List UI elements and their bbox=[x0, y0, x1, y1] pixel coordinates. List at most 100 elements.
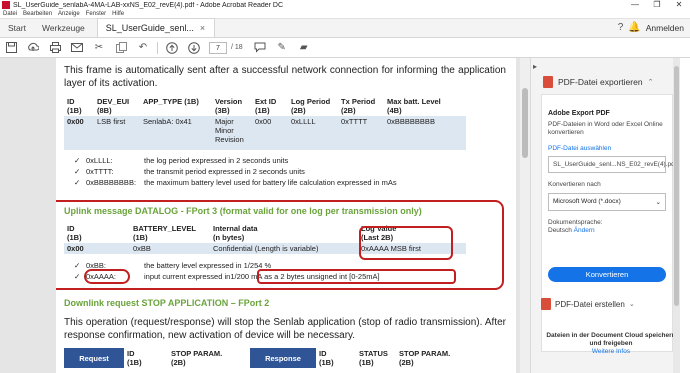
document-scrollbar[interactable] bbox=[520, 58, 530, 373]
check-icon: ✓ bbox=[74, 167, 81, 176]
page-down-icon[interactable] bbox=[187, 41, 201, 55]
table-header-row: ID (1B) DEV_EUI (8B) APP_TYPE (1B) Version… bbox=[64, 96, 466, 116]
window-title: SL_UserGuide_senlabA-4MA-LAB-xxNS_E02_re… bbox=[13, 1, 284, 9]
menu-hilfe[interactable]: Hilfe bbox=[112, 11, 124, 17]
check-icon: ✓ bbox=[74, 178, 81, 187]
th-app-type: APP_TYPE (1B) bbox=[140, 96, 212, 116]
th-ext-id: Ext ID (1B) bbox=[252, 96, 288, 116]
cell-app-type: SenlabA: 0x41 bbox=[140, 116, 212, 150]
downlink-paragraph: This operation (request/response) will s… bbox=[64, 317, 506, 341]
selected-file-field[interactable]: SL_UserGuide_senl...NS_E02_revE(4).pdf bbox=[548, 156, 677, 173]
email-icon[interactable] bbox=[70, 41, 84, 55]
table-row: 0x00 LSB first SenlabA: 0x41 Major Minor… bbox=[64, 116, 466, 150]
th-battery-level: BATTERY_LEVEL (1B) bbox=[130, 223, 210, 243]
close-window-button[interactable]: ✕ bbox=[668, 0, 690, 10]
notifications-icon[interactable]: 🔔 bbox=[628, 22, 640, 33]
cell-id: 0x00 bbox=[64, 243, 130, 254]
check-icon: ✓ bbox=[74, 156, 81, 165]
title-bar: SL_UserGuide_senlabA-4MA-LAB-xxNS_E02_re… bbox=[0, 0, 690, 10]
copy-icon[interactable] bbox=[114, 41, 128, 55]
export-pdf-icon bbox=[543, 76, 553, 88]
th-dev-eui: DEV_EUI (8B) bbox=[94, 96, 140, 116]
export-pdf-header[interactable]: PDF-Datei exportieren ⌃ bbox=[543, 76, 653, 88]
doc-language-label: Dokumentsprache: bbox=[548, 219, 603, 226]
th-max-batt: Max batt. Level (4B) bbox=[384, 96, 466, 116]
close-icon[interactable]: × bbox=[200, 23, 205, 33]
highlight-icon[interactable]: ▰ bbox=[297, 41, 311, 55]
doc-language-row: Deutsch Ändern bbox=[548, 227, 595, 234]
print-icon[interactable] bbox=[48, 41, 62, 55]
cell-internal: Confidential (Length is variable) bbox=[210, 243, 358, 254]
collapse-pane-icon[interactable]: ▸ bbox=[533, 62, 537, 71]
th-resp-id: ID (1B) bbox=[316, 348, 356, 368]
document-canvas: This frame is automatically sent after a… bbox=[0, 58, 530, 373]
tab-bar: Start Werkzeuge SL_UserGuide_senl... × ?… bbox=[0, 18, 690, 38]
convert-to-label: Konvertieren nach bbox=[548, 181, 601, 188]
cell-battery: 0xBB bbox=[130, 243, 210, 254]
export-card: Adobe Export PDF PDF-Dateien in Word ode… bbox=[541, 94, 677, 352]
annotation-oval-log-value bbox=[359, 226, 453, 260]
note-tx-period: ✓ 0xTTTT: the transmit period expressed … bbox=[74, 167, 305, 176]
tools-pane: ▸ PDF-Datei exportieren ⌃ Adobe Export P… bbox=[530, 58, 680, 373]
downlink-heading: Downlink request STOP APPLICATION – FPor… bbox=[64, 298, 270, 308]
menu-bearbeiten[interactable]: Bearbeiten bbox=[23, 11, 52, 17]
th-log-period: Log Period (2B) bbox=[288, 96, 338, 116]
cut-icon[interactable]: ✂ bbox=[92, 41, 106, 55]
select-pdf-link[interactable]: PDF-Datei auswählen bbox=[548, 145, 666, 152]
comment-icon[interactable] bbox=[253, 41, 267, 55]
create-pdf-header[interactable]: PDF-Datei erstellen ⌄ bbox=[541, 298, 673, 310]
menu-fenster[interactable]: Fenster bbox=[86, 11, 106, 17]
menu-anzeige[interactable]: Anzeige bbox=[58, 11, 80, 17]
pdf-page: This frame is automatically sent after a… bbox=[56, 58, 516, 373]
cell-log-period: 0xLLLL bbox=[288, 116, 338, 150]
request-label: Request bbox=[64, 348, 124, 368]
page-total: / 18 bbox=[231, 44, 243, 51]
cell-tx-period: 0xTTTT bbox=[338, 116, 384, 150]
cloud-message: Dateien in der Document Cloud speichern … bbox=[546, 332, 676, 355]
page-number-input[interactable]: 7 bbox=[209, 41, 227, 54]
th-req-stop: STOP PARAM. (2B) bbox=[168, 348, 250, 368]
upload-icon[interactable] bbox=[26, 41, 40, 55]
chevron-down-icon[interactable]: ⌄ bbox=[629, 300, 635, 308]
startup-frame-table: ID (1B) DEV_EUI (8B) APP_TYPE (1B) Version… bbox=[64, 96, 466, 150]
change-language-link[interactable]: Ändern bbox=[574, 227, 595, 234]
pane-scrollbar[interactable] bbox=[673, 58, 680, 373]
more-info-link[interactable]: Weitere Infos bbox=[592, 348, 630, 355]
scrollbar-thumb[interactable] bbox=[674, 66, 679, 306]
create-pdf-icon bbox=[541, 298, 551, 310]
annotation-rect-unit bbox=[257, 269, 456, 284]
cell-id: 0x00 bbox=[64, 116, 94, 150]
tab-werkzeuge[interactable]: Werkzeuge bbox=[34, 23, 93, 37]
intro-paragraph: This frame is automatically sent after a… bbox=[64, 65, 506, 89]
chevron-up-icon[interactable]: ⌃ bbox=[648, 78, 654, 86]
th-id: ID (1B) bbox=[64, 223, 130, 243]
undo-icon[interactable]: ↶ bbox=[136, 41, 150, 55]
th-id: ID (1B) bbox=[64, 96, 94, 116]
chevron-down-icon: ⌄ bbox=[655, 199, 661, 206]
note-max-batt: ✓ 0xBBBBBBBB: the maximum battery level … bbox=[74, 178, 397, 187]
th-tx-period: Tx Period (2B) bbox=[338, 96, 384, 116]
scrollbar-thumb[interactable] bbox=[522, 88, 528, 158]
th-req-id: ID (1B) bbox=[124, 348, 168, 368]
tab-start[interactable]: Start bbox=[0, 23, 34, 37]
menu-datei[interactable]: Datei bbox=[3, 11, 17, 17]
response-label: Response bbox=[250, 348, 316, 368]
pen-icon[interactable]: ✎ bbox=[275, 41, 289, 55]
annotation-oval-key bbox=[84, 269, 130, 284]
check-icon: ✓ bbox=[74, 261, 81, 270]
tab-document-label: SL_UserGuide_senl... bbox=[105, 23, 194, 33]
minimize-button[interactable]: — bbox=[624, 0, 646, 10]
page-up-icon[interactable] bbox=[165, 41, 179, 55]
cell-max-batt: 0xBBBBBBBB bbox=[384, 116, 466, 150]
convert-button[interactable]: Konvertieren bbox=[548, 267, 666, 282]
th-resp-status: STATUS (1B) bbox=[356, 348, 396, 368]
save-icon[interactable] bbox=[4, 41, 18, 55]
maximize-button[interactable]: ❐ bbox=[646, 0, 668, 10]
convert-format-select[interactable]: Microsoft Word (*.docx) ⌄ bbox=[548, 193, 666, 211]
acrobat-app-icon bbox=[2, 1, 10, 9]
help-icon[interactable]: ? bbox=[618, 22, 624, 33]
table-header-row: Request ID (1B) STOP PARAM. (2B) Response … bbox=[64, 348, 466, 368]
tab-document[interactable]: SL_UserGuide_senl... × bbox=[96, 18, 215, 37]
toolbar: ✂ ↶ 7 / 18 ✎ ▰ bbox=[0, 38, 690, 58]
login-button[interactable]: Anmelden bbox=[646, 23, 684, 33]
